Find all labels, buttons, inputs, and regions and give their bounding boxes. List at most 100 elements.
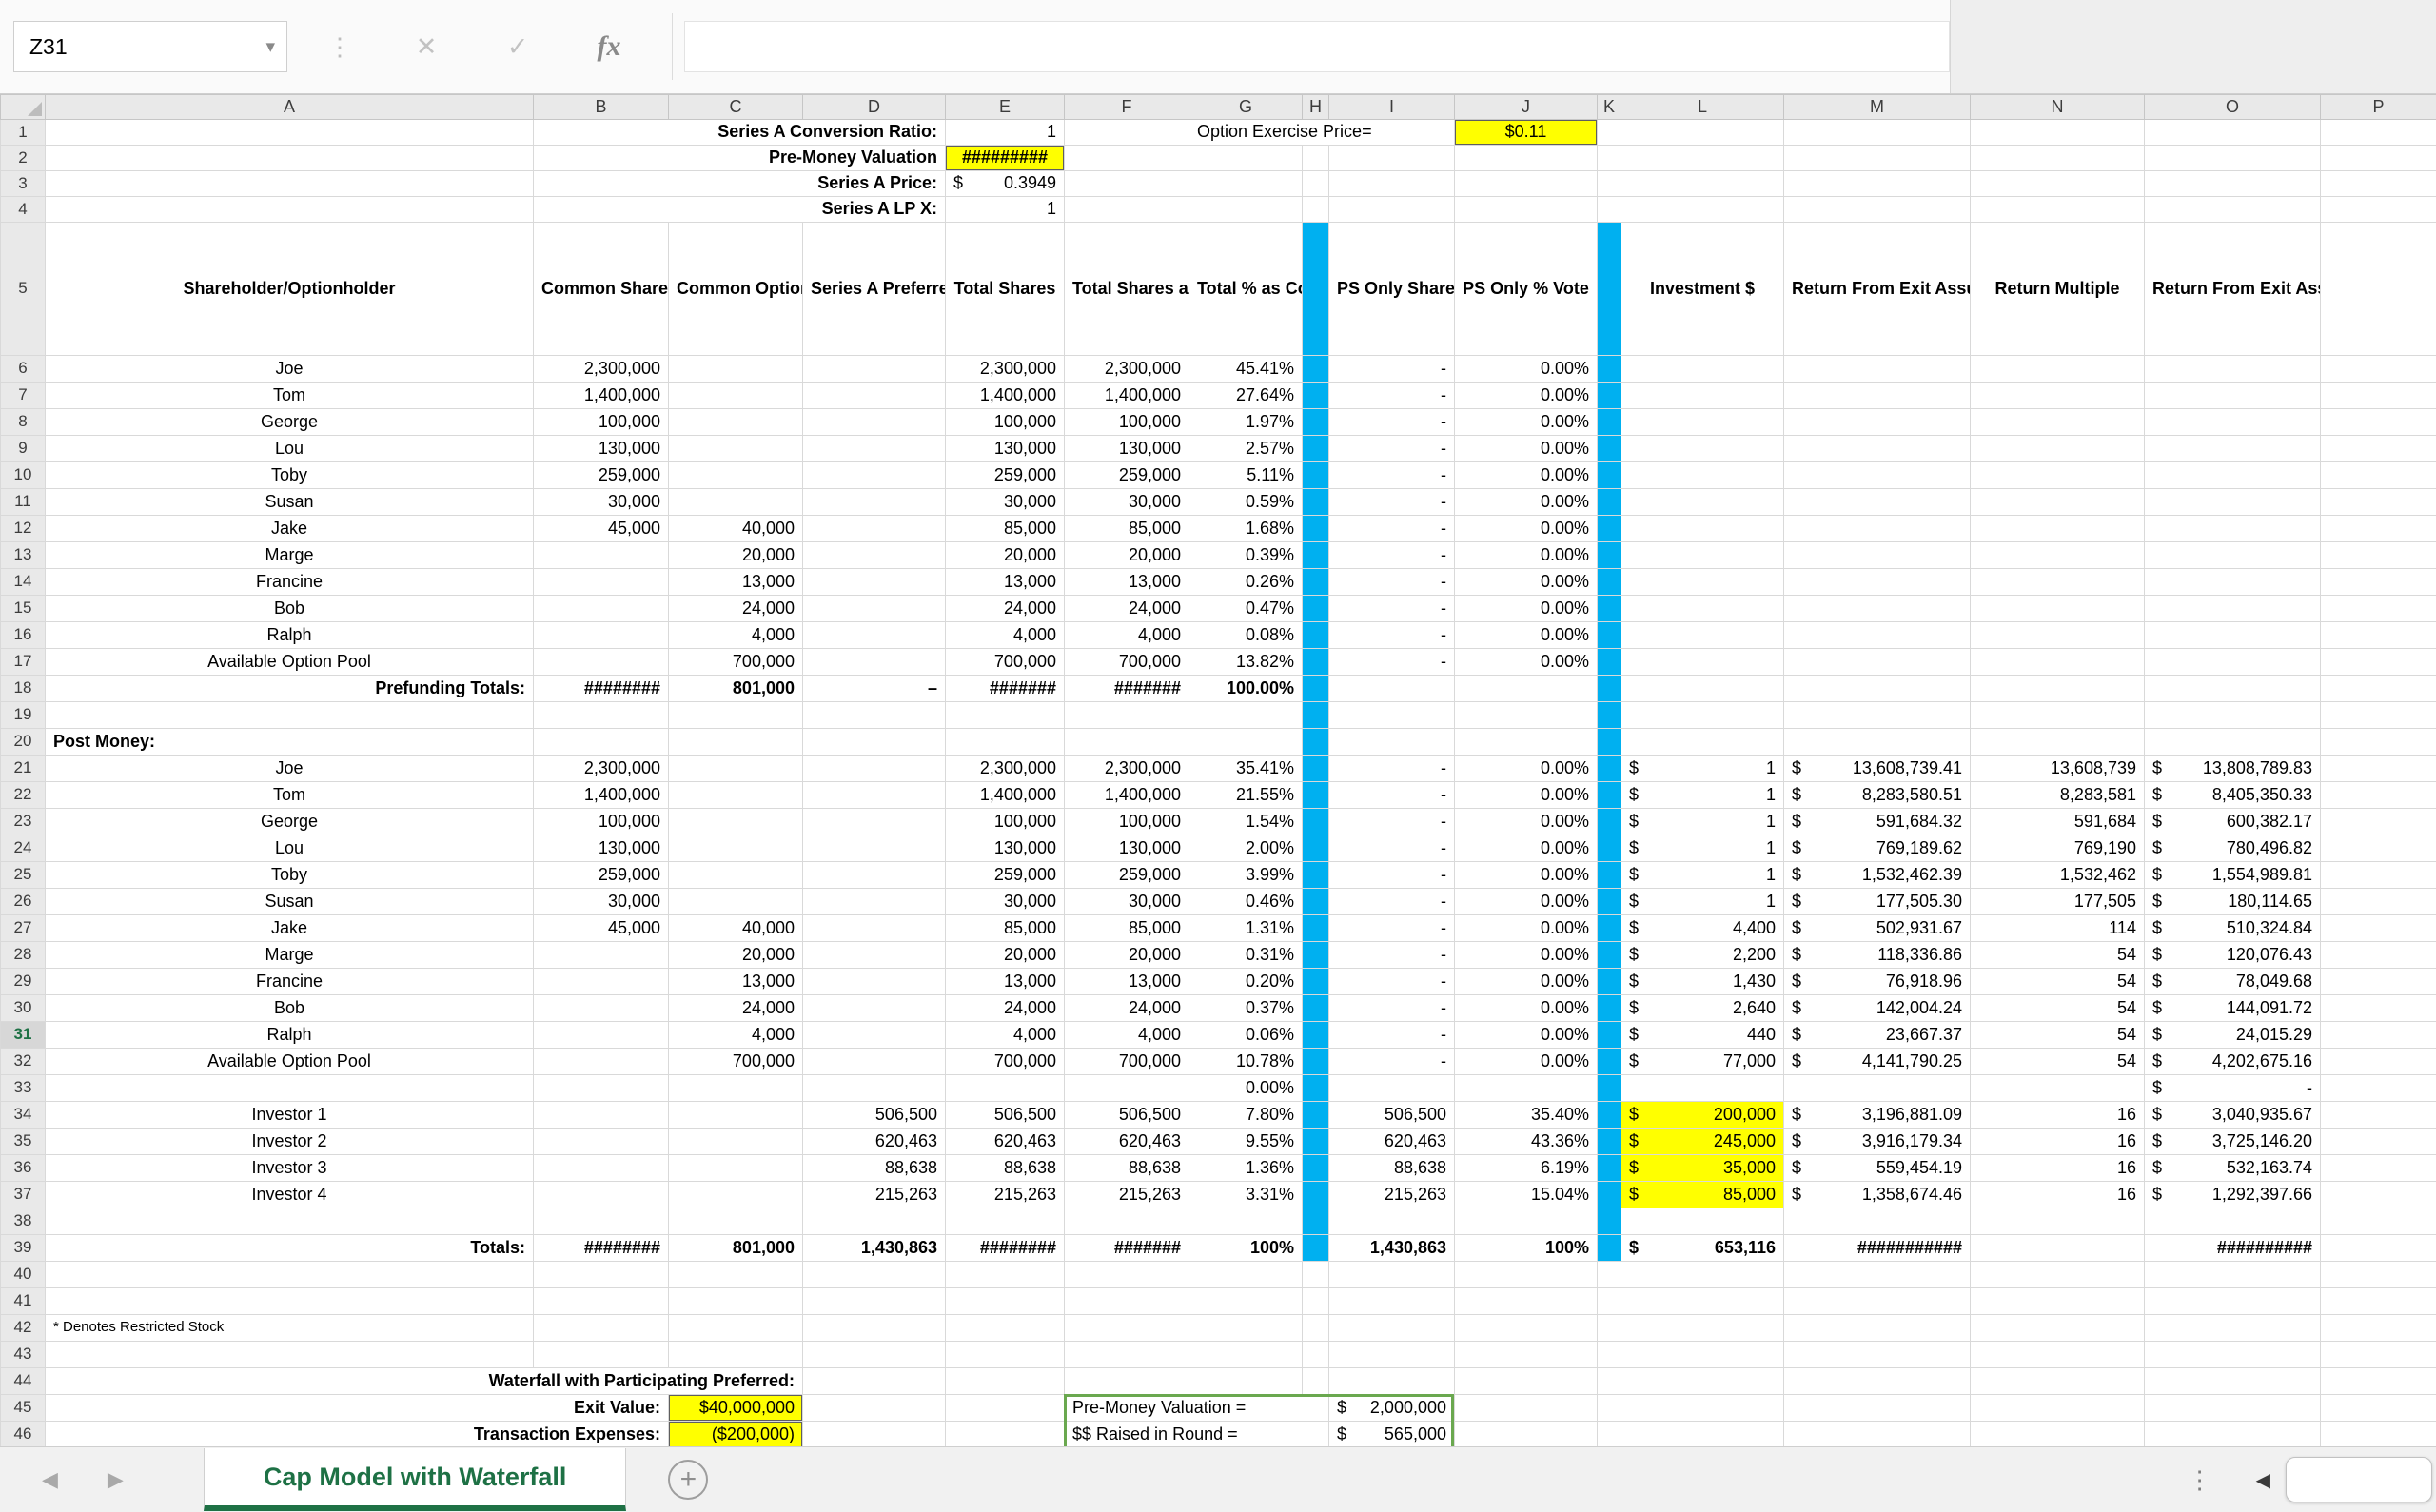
- cell-J26[interactable]: 0.00%: [1454, 888, 1598, 915]
- cell-L34[interactable]: $200,000: [1621, 1101, 1784, 1129]
- cell-P39[interactable]: [2320, 1234, 2436, 1262]
- cell-C31[interactable]: 4,000: [668, 1021, 803, 1049]
- cell-I36[interactable]: 88,638: [1328, 1154, 1455, 1182]
- cell-E35[interactable]: 620,463: [945, 1128, 1065, 1155]
- cell-A39[interactable]: Totals:: [45, 1234, 534, 1262]
- add-sheet-button[interactable]: +: [668, 1460, 709, 1500]
- cell-C16[interactable]: 4,000: [668, 621, 803, 649]
- cell-K8[interactable]: [1597, 408, 1621, 436]
- cell-D6[interactable]: [802, 355, 946, 383]
- cell-C14[interactable]: 13,000: [668, 568, 803, 596]
- cell-I17[interactable]: -: [1328, 648, 1455, 676]
- cell-E32[interactable]: 700,000: [945, 1048, 1065, 1075]
- cell-B33[interactable]: [533, 1074, 669, 1102]
- cell-A38[interactable]: [45, 1208, 534, 1235]
- cell-E29[interactable]: 13,000: [945, 968, 1065, 995]
- cell-G10[interactable]: 5.11%: [1189, 461, 1303, 489]
- cell-N16[interactable]: [1970, 621, 2145, 649]
- cell-D24[interactable]: [802, 835, 946, 862]
- cell-B37[interactable]: [533, 1181, 669, 1208]
- cell-B26[interactable]: 30,000: [533, 888, 669, 915]
- cell-E23[interactable]: 100,000: [945, 808, 1065, 835]
- cell-B4[interactable]: Series A LP X:: [533, 196, 946, 223]
- cell-F26[interactable]: 30,000: [1064, 888, 1189, 915]
- cell-L23[interactable]: $1: [1621, 808, 1784, 835]
- cell-M36[interactable]: $559,454.19: [1783, 1154, 1971, 1182]
- cell-H29[interactable]: [1302, 968, 1329, 995]
- cell-K31[interactable]: [1597, 1021, 1621, 1049]
- cell-H37[interactable]: [1302, 1181, 1329, 1208]
- cell-E41[interactable]: [945, 1287, 1065, 1315]
- cell-K33[interactable]: [1597, 1074, 1621, 1102]
- cell-P35[interactable]: [2320, 1128, 2436, 1155]
- cell-D10[interactable]: [802, 461, 946, 489]
- cell-A9[interactable]: Lou: [45, 435, 534, 462]
- cell-F9[interactable]: 130,000: [1064, 435, 1189, 462]
- cell-J43[interactable]: [1454, 1341, 1598, 1368]
- cell-B25[interactable]: 259,000: [533, 861, 669, 889]
- cell-L33[interactable]: [1621, 1074, 1784, 1102]
- cell-G19[interactable]: [1189, 701, 1303, 729]
- cell-N19[interactable]: [1970, 701, 2145, 729]
- cell-M19[interactable]: [1783, 701, 1971, 729]
- cell-G38[interactable]: [1189, 1208, 1303, 1235]
- hscroll-left-icon[interactable]: ◀: [2256, 1468, 2270, 1492]
- cell-J31[interactable]: 0.00%: [1454, 1021, 1598, 1049]
- cell-H34[interactable]: [1302, 1101, 1329, 1129]
- row-header-37[interactable]: 37: [0, 1181, 46, 1208]
- cell-A26[interactable]: Susan: [45, 888, 534, 915]
- cell-K4[interactable]: [1597, 196, 1621, 223]
- cell-L35[interactable]: $245,000: [1621, 1128, 1784, 1155]
- cell-D40[interactable]: [802, 1261, 946, 1288]
- cell-F29[interactable]: 13,000: [1064, 968, 1189, 995]
- cell-D14[interactable]: [802, 568, 946, 596]
- cell-K18[interactable]: [1597, 675, 1621, 702]
- cell-M26[interactable]: $177,505.30: [1783, 888, 1971, 915]
- cell-C15[interactable]: 24,000: [668, 595, 803, 622]
- cell-C13[interactable]: 20,000: [668, 541, 803, 569]
- cell-H44[interactable]: [1302, 1367, 1329, 1395]
- cell-J36[interactable]: 6.19%: [1454, 1154, 1598, 1182]
- cell-F39[interactable]: #######: [1064, 1234, 1189, 1262]
- cell-F16[interactable]: 4,000: [1064, 621, 1189, 649]
- cell-L2[interactable]: [1621, 145, 1784, 171]
- cell-L14[interactable]: [1621, 568, 1784, 596]
- cell-H17[interactable]: [1302, 648, 1329, 676]
- cell-I5[interactable]: PS Only Shares: [1328, 222, 1455, 356]
- cell-M34[interactable]: $3,196,881.09: [1783, 1101, 1971, 1129]
- cell-E21[interactable]: 2,300,000: [945, 755, 1065, 782]
- cell-G32[interactable]: 10.78%: [1189, 1048, 1303, 1075]
- cell-A43[interactable]: [45, 1341, 534, 1368]
- cell-N39[interactable]: [1970, 1234, 2145, 1262]
- row-header-36[interactable]: 36: [0, 1154, 46, 1182]
- cell-H19[interactable]: [1302, 701, 1329, 729]
- cell-I28[interactable]: -: [1328, 941, 1455, 969]
- cell-D29[interactable]: [802, 968, 946, 995]
- cell-P4[interactable]: [2320, 196, 2436, 223]
- cell-J19[interactable]: [1454, 701, 1598, 729]
- cell-B16[interactable]: [533, 621, 669, 649]
- cell-K23[interactable]: [1597, 808, 1621, 835]
- cell-P26[interactable]: [2320, 888, 2436, 915]
- cell-C6[interactable]: [668, 355, 803, 383]
- cell-N9[interactable]: [1970, 435, 2145, 462]
- cell-F40[interactable]: [1064, 1261, 1189, 1288]
- row-header-25[interactable]: 25: [0, 861, 46, 889]
- row-header-20[interactable]: 20: [0, 728, 46, 756]
- cell-A34[interactable]: Investor 1: [45, 1101, 534, 1129]
- cell-L3[interactable]: [1621, 170, 1784, 197]
- cell-P14[interactable]: [2320, 568, 2436, 596]
- cell-D18[interactable]: –: [802, 675, 946, 702]
- cell-N14[interactable]: [1970, 568, 2145, 596]
- cell-L9[interactable]: [1621, 435, 1784, 462]
- cell-I24[interactable]: -: [1328, 835, 1455, 862]
- cell-C28[interactable]: 20,000: [668, 941, 803, 969]
- cell-I13[interactable]: -: [1328, 541, 1455, 569]
- column-header-B[interactable]: B: [533, 94, 669, 120]
- cell-K6[interactable]: [1597, 355, 1621, 383]
- cell-D26[interactable]: [802, 888, 946, 915]
- cell-D27[interactable]: [802, 914, 946, 942]
- sheet-nav-next-icon[interactable]: ▶: [108, 1467, 124, 1492]
- cell-L31[interactable]: $440: [1621, 1021, 1784, 1049]
- cell-K2[interactable]: [1597, 145, 1621, 171]
